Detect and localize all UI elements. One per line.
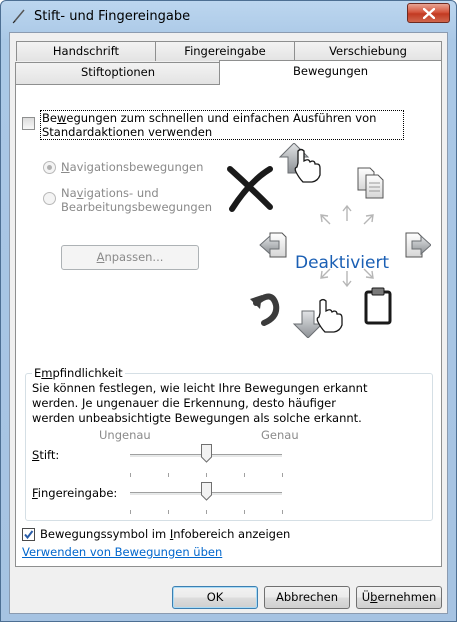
delete-gesture-icon (227, 166, 273, 212)
tab-verschiebung[interactable]: Verschiebung (294, 41, 442, 61)
high-precision-label: Genau (261, 428, 299, 442)
navigation-gestures-radio[interactable] (43, 161, 56, 174)
checkmark-icon (24, 530, 34, 540)
customize-button[interactable]: Anpassen... (61, 245, 199, 270)
title-bar[interactable]: Stift- und Fingereingabe (1, 1, 456, 31)
tab-label: Handschrift (52, 44, 120, 58)
sensitivity-description-line2: werden. Je ungenauer die Erkennung, dest… (32, 396, 336, 410)
copy-icon (357, 167, 384, 199)
tick (206, 473, 207, 477)
practice-gestures-link[interactable]: Verwenden von Bewegungen üben (22, 545, 222, 559)
show-icon-label[interactable]: Bewegungssymbol im Infobereich anzeigen (40, 527, 290, 541)
tick (168, 510, 169, 514)
scroll-up-gesture-icon (278, 143, 321, 183)
tab-label: Stiftoptionen (80, 65, 156, 79)
tick (130, 473, 131, 477)
tab-label: Verschiebung (329, 44, 407, 58)
tick (282, 473, 283, 477)
low-precision-label: Ungenau (99, 428, 151, 442)
tab-label: Fingereingabe (184, 44, 266, 58)
tick (282, 510, 283, 514)
navigation-editing-radio[interactable] (43, 192, 56, 205)
enable-gestures-checkbox[interactable] (22, 117, 35, 130)
navigation-editing-label: Navigations- und (61, 186, 159, 200)
gestures-panel: Bewegungen zum schnellen und einfachen A… (15, 84, 442, 567)
tab-stiftoptionen[interactable]: Stiftoptionen (15, 62, 221, 84)
scroll-down-gesture-icon (292, 298, 343, 338)
sensitivity-description-line1: Sie können festlegen, wie leicht Ihre Be… (32, 381, 368, 395)
cancel-button[interactable]: Abbrechen (264, 586, 350, 609)
tick (130, 510, 131, 514)
window-title: Stift- und Fingereingabe (34, 9, 191, 24)
show-icon-checkbox[interactable] (22, 528, 35, 541)
forward-gesture-icon (405, 232, 431, 258)
tab-label: Bewegungen (293, 64, 368, 78)
tab-fingereingabe[interactable]: Fingereingabe (155, 41, 295, 61)
touch-slider-thumb[interactable] (201, 482, 212, 501)
tick (206, 510, 207, 514)
pen-slider-thumb[interactable] (201, 444, 212, 463)
enable-gestures-label[interactable]: Bewegungen zum schnellen und einfachen A… (42, 111, 376, 125)
back-gesture-icon (259, 232, 287, 258)
undo-gesture-icon (250, 293, 280, 326)
sensitivity-group: Empfindlichkeit Sie können festlegen, wi… (25, 366, 433, 521)
tab-handschrift[interactable]: Handschrift (16, 41, 156, 61)
navigation-editing-label-line2: Bearbeitungsbewegungen (61, 200, 213, 214)
pen-slider-label: Stift: (32, 448, 60, 462)
ok-button[interactable]: OK (172, 586, 258, 609)
apply-button[interactable]: Übernehmen (356, 586, 442, 609)
gesture-illustration (227, 143, 431, 338)
close-icon (423, 8, 435, 19)
sensitivity-legend: Empfindlichkeit (32, 366, 125, 380)
sensitivity-description-line3: werden unbeabsichtigte Bewegungen als so… (32, 411, 362, 425)
touch-slider-label: Fingereingabe: (32, 486, 118, 500)
close-button[interactable] (407, 3, 450, 23)
tick (168, 473, 169, 477)
direction-arrows-icon (320, 204, 374, 288)
tick (244, 510, 245, 514)
dialog-client: Handschrift Fingereingabe Verschiebung S… (9, 32, 448, 614)
gestures-status-label: Deaktiviert (295, 253, 390, 273)
pen-icon (12, 9, 25, 24)
navigation-gestures-label: Navigationsbewegungen (61, 160, 204, 174)
tab-bewegungen[interactable]: Bewegungen (219, 60, 442, 85)
tick (244, 473, 245, 477)
dialog-window: Stift- und Fingereingabe Handschrift Fin… (0, 0, 457, 622)
paste-icon (364, 287, 392, 325)
enable-gestures-label-line2: Standardaktionen verwenden (42, 125, 213, 139)
